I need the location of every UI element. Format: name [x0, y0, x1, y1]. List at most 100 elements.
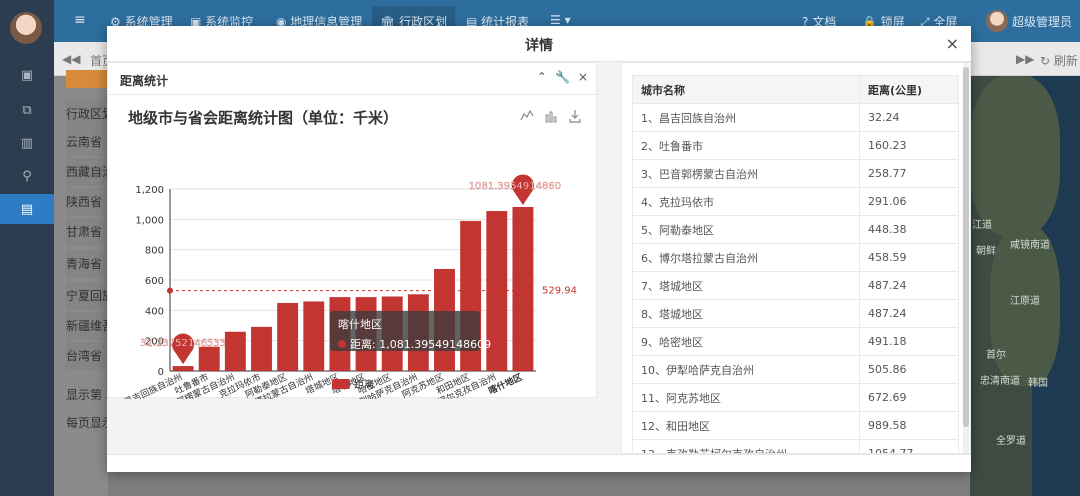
column-header-distance[interactable]: 距离(公里): [859, 75, 959, 104]
cell-city: 9、哈密地区: [631, 327, 861, 356]
table-row[interactable]: 10、伊犁哈萨克自治州 505.86: [631, 355, 959, 384]
panel-title: 距离统计: [120, 74, 169, 88]
map-label: 全罗道: [996, 436, 1026, 447]
modal-header: 详情 ×: [107, 26, 971, 62]
line-chart-icon[interactable]: [520, 109, 534, 123]
table-row[interactable]: 5、阿勒泰地区 448.38: [631, 215, 959, 244]
detail-modal: 详情 × 距离统计 ⌃ 🔧 × 地级市与省会距离统计图（单位：千米） 0 200 4…: [107, 26, 971, 472]
cell-distance: 160.23: [859, 131, 959, 160]
monitor-icon: ▣: [20, 67, 34, 83]
average-marker: [167, 287, 173, 294]
collapse-icon[interactable]: ⌃: [537, 70, 547, 84]
sidebar-item-monitor[interactable]: ▣: [0, 60, 54, 90]
close-panel-icon[interactable]: ×: [578, 70, 588, 84]
scrollbar-thumb[interactable]: [963, 67, 969, 427]
background-list: 行政区划 云南省 西藏自治区 陕西省 甘肃省 青海省 宁夏回族 新疆维吾 台湾省…: [54, 70, 116, 496]
distance-bar-chart: 02004006008001,0001,200昌吉回族自治州吐鲁番市巴音郭楞蒙古…: [122, 174, 577, 399]
cell-city: 4、克拉玛依市: [631, 187, 861, 216]
table-row[interactable]: 4、克拉玛依市 291.06: [631, 187, 959, 216]
cell-city: 13、克孜勒苏柯尔克孜自治州: [631, 439, 861, 453]
cell-city: 12、和田地区: [631, 411, 861, 440]
cell-distance: 458.59: [859, 243, 959, 272]
user-name[interactable]: 超级管理员: [1012, 13, 1072, 30]
more-menu-icon[interactable]: ☰ ▾: [550, 13, 571, 27]
chart-tooltip: 喀什地区 距离: 1,081.39549148609: [330, 311, 491, 351]
hamburger-icon[interactable]: ≡: [74, 12, 86, 28]
chart-bar[interactable]: [512, 206, 534, 371]
tooltip-title: 喀什地区: [338, 318, 382, 331]
chart-bar[interactable]: [303, 301, 325, 371]
sidebar-item-location[interactable]: ⚲: [0, 161, 54, 191]
cell-distance: 291.06: [859, 187, 959, 216]
map-label: 韩国: [1028, 378, 1048, 389]
layers-icon: ⧉: [22, 102, 32, 118]
export-button[interactable]: [66, 70, 110, 88]
distance-table-panel: 城市名称 距离(公里) 1、昌吉回族自治州 32.24 2、吐鲁番市 160.23 3、…: [621, 62, 971, 454]
map-label: 忠清南道: [980, 376, 1020, 387]
table-row[interactable]: 1、昌吉回族自治州 32.24: [631, 103, 959, 132]
user-avatar[interactable]: [986, 10, 1008, 32]
map-label: 首尔: [986, 350, 1006, 361]
cell-distance: 487.24: [859, 271, 959, 300]
avatar[interactable]: [10, 12, 42, 44]
table-row[interactable]: 6、博尔塔拉蒙古自治州 458.59: [631, 243, 959, 272]
download-icon[interactable]: [568, 109, 582, 123]
average-label: 529.94: [542, 286, 577, 297]
table-row[interactable]: 13、克孜勒苏柯尔克孜自治州 1054.77: [631, 439, 959, 453]
wrench-icon[interactable]: 🔧: [555, 70, 570, 84]
cell-distance: 989.58: [859, 411, 959, 440]
background-map: 江道 朝鲜 咸镜南道 江原道 首尔 忠清南道 韩国 全罗道: [970, 76, 1080, 496]
cell-city: 7、塔城地区: [631, 271, 861, 300]
cell-city: 11、阿克苏地区: [631, 383, 861, 412]
cell-city: 10、伊犁哈萨克自治州: [631, 355, 861, 384]
table-row[interactable]: 3、巴音郭楞蒙古自治州 258.77: [631, 159, 959, 188]
map-label: 朝鲜: [976, 246, 996, 257]
table-row[interactable]: 11、阿克苏地区 672.69: [631, 383, 959, 412]
modal-footer: [107, 454, 971, 472]
chart-toolbox: [520, 109, 582, 123]
bar-chart-icon[interactable]: [544, 109, 558, 123]
close-icon[interactable]: ×: [946, 34, 959, 53]
chart-bar[interactable]: [251, 326, 272, 371]
sidebar-item-map[interactable]: ▥: [0, 128, 54, 158]
cell-distance: 448.38: [859, 215, 959, 244]
table-header-row: 城市名称 距离(公里): [631, 75, 959, 104]
x-tick-label: 昌吉回族自治州: [122, 371, 184, 399]
panel-header: 距离统计 ⌃ 🔧 ×: [108, 63, 598, 95]
y-tick-label: 800: [145, 246, 164, 257]
distance-panel: 距离统计 ⌃ 🔧 × 地级市与省会距离统计图（单位：千米） 0 200 400 600…: [107, 62, 598, 399]
table-row[interactable]: 12、和田地区 989.58: [631, 411, 959, 440]
map-label: 咸镜南道: [1010, 240, 1050, 251]
tab-back-icon[interactable]: ◀◀: [62, 52, 80, 66]
tooltip-value: 距离: 1,081.39549148609: [350, 338, 492, 351]
scrollbar[interactable]: [963, 63, 969, 453]
refresh-button[interactable]: ↻ 刷新: [1040, 52, 1078, 69]
map-label: 江原道: [1010, 296, 1040, 307]
map-land: [970, 76, 1060, 236]
chart-bar[interactable]: [198, 346, 220, 371]
distance-table: 城市名称 距离(公里) 1、昌吉回族自治州 32.24 2、吐鲁番市 160.23 3、…: [631, 75, 959, 453]
chart-bar[interactable]: [224, 331, 246, 371]
map-label: 江道: [972, 220, 992, 231]
location-icon: ⚲: [22, 168, 32, 184]
cell-city: 2、吐鲁番市: [631, 131, 861, 160]
modal-body: 距离统计 ⌃ 🔧 × 地级市与省会距离统计图（单位：千米） 0 200 400 600…: [107, 62, 971, 454]
map-icon: ▥: [20, 135, 34, 151]
app-sidebar: ▣ ⧉ ▥ ⚲ ▤: [0, 0, 54, 496]
min-label: 32.23752146533: [140, 338, 226, 349]
table-row[interactable]: 7、塔城地区 487.24: [631, 271, 959, 300]
bar-chart-icon: ▤: [20, 201, 34, 217]
chart-bar[interactable]: [172, 366, 194, 371]
legend-label: 距离: [354, 378, 374, 391]
sidebar-item-layers[interactable]: ⧉: [0, 95, 54, 125]
cell-city: 8、塔城地区: [631, 299, 861, 328]
sidebar-item-stats[interactable]: ▤: [0, 194, 54, 224]
chart-bar[interactable]: [277, 302, 299, 371]
cell-distance: 487.24: [859, 299, 959, 328]
table-row[interactable]: 9、哈密地区 491.18: [631, 327, 959, 356]
table-row[interactable]: 8、塔城地区 487.24: [631, 299, 959, 328]
table-row[interactable]: 2、吐鲁番市 160.23: [631, 131, 959, 160]
cell-distance: 491.18: [859, 327, 959, 356]
column-header-city[interactable]: 城市名称: [631, 75, 861, 104]
tab-forward-icon[interactable]: ▶▶: [1016, 52, 1034, 66]
